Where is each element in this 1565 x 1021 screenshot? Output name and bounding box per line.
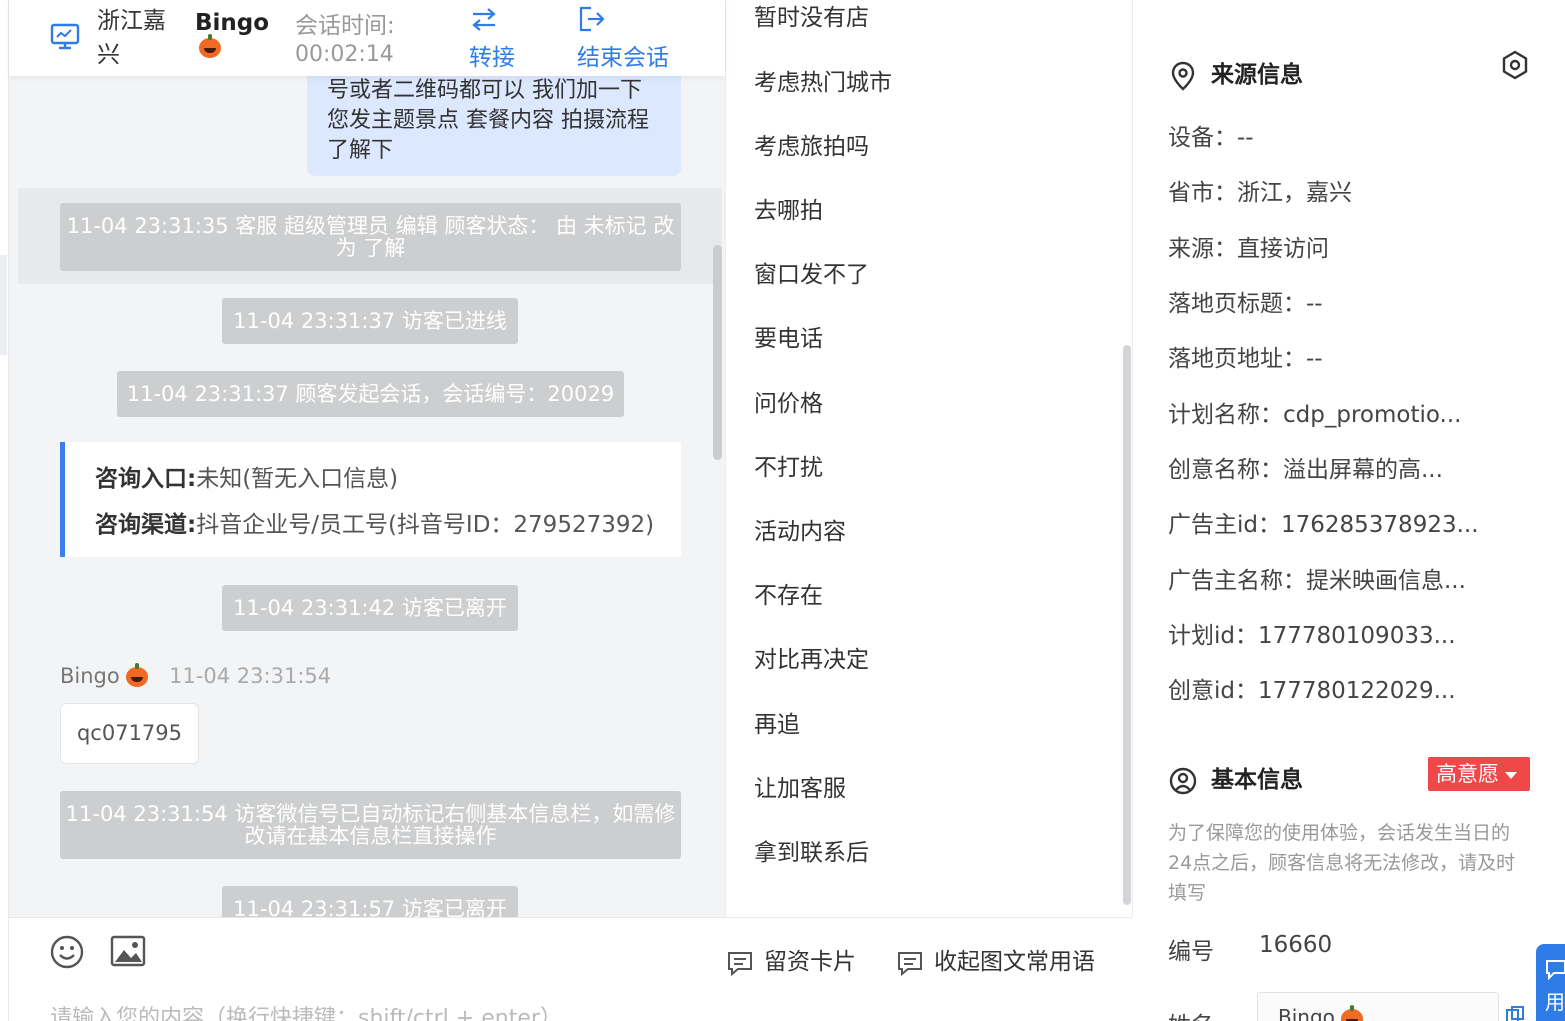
- system-message: 11-04 23:31:37 顾客发起会话，会话编号：20029: [117, 371, 624, 417]
- phrase-item[interactable]: 再追: [754, 705, 800, 739]
- name-value: Bingo: [1278, 1005, 1335, 1021]
- agent-name: Bingo: [195, 10, 270, 36]
- phrase-item[interactable]: 去哪拍: [754, 191, 823, 225]
- intent-dropdown[interactable]: 高意愿: [1428, 757, 1530, 791]
- session-time-value: 00:02:14: [295, 42, 394, 67]
- end-session-label: 结束会话: [577, 45, 669, 71]
- input-area: 留资卡片 收起图文常用语 请输入您的内容（换行快捷键：shift/ctrl + …: [9, 917, 1132, 1021]
- source-item: 计划名称：cdp_promotio...: [1168, 402, 1462, 428]
- message-time: 11-04 23:31:54: [169, 664, 332, 688]
- chat-icon: [1546, 960, 1565, 980]
- phrase-item[interactable]: 不存在: [754, 576, 823, 610]
- emoji-icon[interactable]: [50, 935, 84, 969]
- comment-icon: [898, 951, 922, 976]
- user-circle-icon: [1169, 767, 1197, 794]
- phrase-item[interactable]: 问价格: [754, 384, 823, 418]
- system-message: 11-04 23:31:37 访客已进线: [222, 298, 518, 344]
- system-message: 11-04 23:31:42 访客已离开: [222, 585, 518, 631]
- customer-info-panel: 来源信息 设备：-- 省市：浙江，嘉兴 来源：直接访问 落地页标题：-- 落地页…: [1133, 0, 1565, 1021]
- lead-card-button[interactable]: 留资卡片: [726, 942, 856, 976]
- phrase-item[interactable]: 让加客服: [754, 769, 846, 803]
- phrase-item[interactable]: 暂时没有店: [754, 0, 869, 32]
- source-item: 创意id：177780122029...: [1168, 678, 1456, 704]
- chat-scrollbar[interactable]: [713, 245, 722, 460]
- collapse-phrases-button[interactable]: 收起图文常用语: [896, 942, 1095, 976]
- end-session-button[interactable]: 结束会话: [577, 4, 669, 72]
- caret-down-icon: [1505, 771, 1517, 779]
- chat-panel: 号或者二维码都可以 我们加一下 您发主题景点 套餐内容 拍摄流程 了解下 11-…: [9, 0, 725, 917]
- logout-icon: [579, 6, 605, 32]
- settings-icon[interactable]: [1500, 50, 1530, 80]
- edit-notice: 为了保障您的使用体验，会话发生当日的24点之后，顾客信息将无法修改，请及时填写: [1168, 822, 1516, 904]
- system-message: 11-04 23:31:57 访客已离开: [222, 886, 518, 917]
- phrase-item[interactable]: 拿到联系后: [754, 833, 869, 867]
- source-item: 设备：--: [1168, 125, 1254, 151]
- system-message: 11-04 23:31:54 访客微信号已自动标记右侧基本信息栏，如需修改请在基…: [60, 791, 681, 859]
- phrase-item[interactable]: 活动内容: [754, 512, 846, 546]
- source-item: 创意名称：溢出屏幕的高...: [1168, 457, 1443, 483]
- entry-label: 咨询入口:: [95, 466, 197, 492]
- source-item: 来源：直接访问: [1168, 236, 1329, 262]
- phrase-item[interactable]: 考虑旅拍吗: [754, 127, 869, 161]
- system-message: 11-04 23:31:35 客服 超级管理员 编辑 顾客状态： 由 未标记 改…: [60, 203, 681, 271]
- transfer-button[interactable]: 转接: [469, 4, 515, 72]
- phrase-item[interactable]: 对比再决定: [754, 640, 869, 674]
- copy-icon[interactable]: [1505, 1006, 1525, 1021]
- pumpkin-avatar-icon: [126, 663, 149, 687]
- phrase-item[interactable]: 考虑热门城市: [754, 63, 892, 97]
- source-info-title: 来源信息: [1169, 55, 1303, 91]
- location-pin-icon: [1171, 61, 1195, 91]
- intent-badge-text: 高意愿: [1436, 762, 1499, 786]
- source-item: 落地页标题：--: [1168, 291, 1323, 317]
- phrase-item[interactable]: 窗口发不了: [754, 255, 869, 289]
- common-phrases-panel: 暂时没有店 考虑热门城市 考虑旅拍吗 去哪拍 窗口发不了 要电话 问价格 不打扰…: [725, 0, 1133, 917]
- left-edge: [0, 0, 9, 1021]
- source-item: 落地页地址：--: [1168, 346, 1323, 372]
- phrase-item[interactable]: 要电话: [754, 319, 823, 353]
- basic-info-title-text: 基本信息: [1211, 767, 1303, 793]
- visitor-location: 浙江嘉兴: [97, 8, 166, 68]
- left-edge-handle[interactable]: [0, 255, 7, 355]
- message-meta: Bingo 11-04 23:31:54: [60, 663, 332, 688]
- source-item: 广告主id：176285378923...: [1168, 512, 1479, 538]
- consult-entry-card: 咨询入口:未知(暂无入口信息) 咨询渠道:抖音企业号/员工号(抖音号ID：279…: [60, 442, 681, 557]
- float-button-label: 用: [1545, 990, 1565, 1014]
- collapse-phrases-label: 收起图文常用语: [934, 949, 1095, 975]
- source-item: 省市：浙江，嘉兴: [1168, 180, 1352, 206]
- transfer-label: 转接: [469, 45, 515, 71]
- pumpkin-avatar-icon: [199, 34, 221, 58]
- channel-value: 抖音企业号/员工号(抖音号ID：279527392): [196, 512, 655, 538]
- channel-label: 咨询渠道:: [95, 512, 197, 538]
- id-label: 编号: [1168, 939, 1214, 965]
- chat-header: 浙江嘉兴 Bingo 会话时间: 00:02:14 转接 结束会话: [9, 0, 725, 76]
- transfer-icon: [472, 8, 496, 31]
- agent-message-bubble: 号或者二维码都可以 我们加一下 您发主题景点 套餐内容 拍摄流程 了解下: [307, 70, 681, 176]
- source-info-title-text: 来源信息: [1211, 62, 1303, 88]
- phrases-scrollbar[interactable]: [1123, 345, 1131, 905]
- lead-card-label: 留资卡片: [764, 949, 856, 975]
- name-field[interactable]: Bingo: [1257, 992, 1499, 1021]
- entry-value: 未知(暂无入口信息): [196, 466, 399, 492]
- comment-icon: [728, 951, 752, 976]
- basic-info-title: 基本信息: [1169, 760, 1303, 796]
- session-time-label: 会话时间:: [295, 13, 395, 39]
- image-icon[interactable]: [110, 934, 146, 968]
- phrase-item[interactable]: 不打扰: [754, 448, 823, 482]
- customer-message: qc071795: [60, 703, 199, 764]
- id-value: 16660: [1259, 932, 1333, 958]
- name-label: 姓名: [1168, 1006, 1214, 1021]
- source-item: 计划id：177780109033...: [1168, 623, 1456, 649]
- source-item: 广告主名称：提米映画信息...: [1168, 568, 1466, 594]
- message-sender: Bingo: [60, 664, 120, 688]
- message-input[interactable]: 请输入您的内容（换行快捷键：shift/ctrl + enter）: [50, 1000, 562, 1021]
- float-assist-button[interactable]: 用: [1536, 944, 1565, 1021]
- pumpkin-avatar-icon: [1341, 1004, 1364, 1021]
- monitor-icon: [50, 23, 80, 50]
